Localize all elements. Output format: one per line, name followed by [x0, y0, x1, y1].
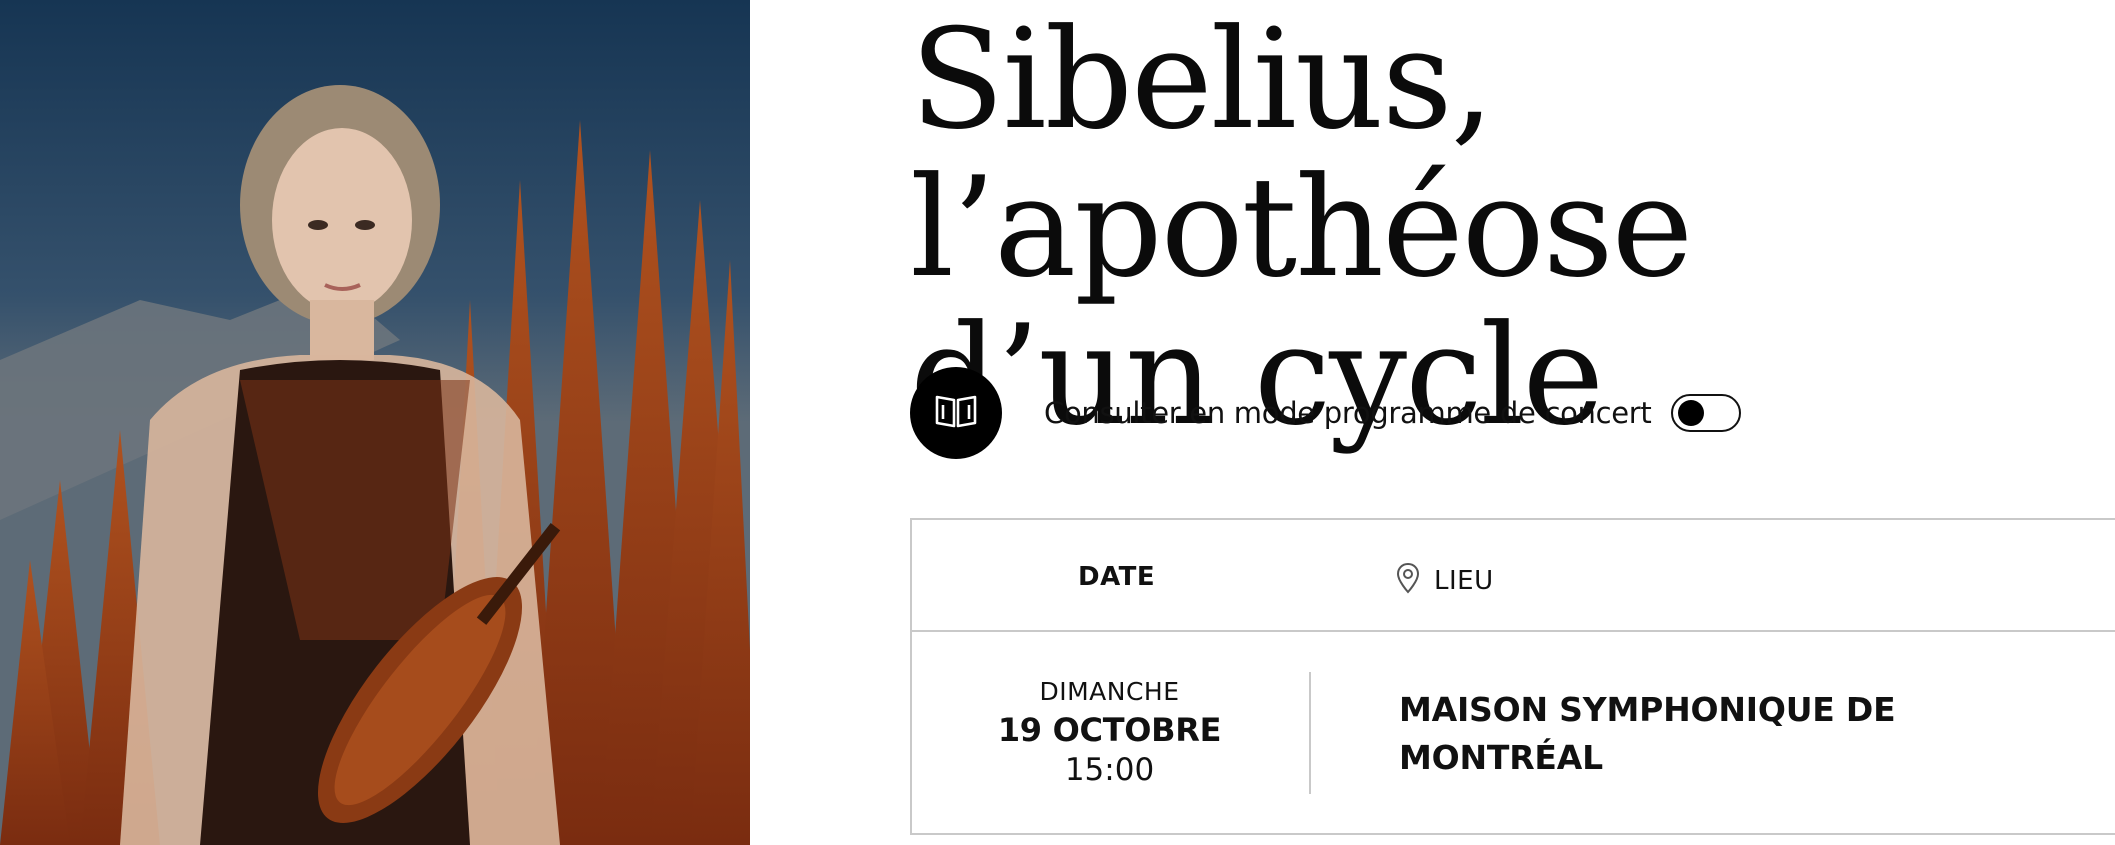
header-venue: LIEU — [1396, 562, 1494, 599]
table-header: DATE LIEU — [912, 520, 2115, 632]
hero-image — [0, 0, 750, 845]
program-mode-toggle[interactable] — [1671, 394, 1742, 432]
map-pin-icon — [1396, 562, 1420, 599]
toggle-knob — [1678, 400, 1705, 426]
open-book-icon — [934, 393, 978, 434]
performance-day-month: 19 OCTOBRE — [997, 711, 1222, 749]
performance-time: 15:00 — [1064, 752, 1155, 788]
header-date: DATE — [1078, 562, 1156, 592]
performance-date: DIMANCHE 19 OCTOBRE 15:00 — [912, 674, 1307, 790]
performance-weekday: DIMANCHE — [1039, 677, 1180, 706]
column-divider — [1309, 672, 1311, 794]
hero-illustration — [0, 0, 750, 845]
program-mode-row: Consulter en mode programme de concert — [910, 366, 1742, 460]
performance-table: DATE LIEU DIMANCHE 19 OCTOBRE 15:00 MAIS… — [910, 518, 2115, 835]
performance-venue[interactable]: MAISON SYMPHONIQUE DE MONTRÉAL — [1399, 686, 1999, 782]
program-mode-badge[interactable] — [910, 367, 1002, 459]
program-mode-label: Consulter en mode programme de concert — [1044, 396, 1652, 430]
header-venue-label: LIEU — [1434, 565, 1494, 596]
